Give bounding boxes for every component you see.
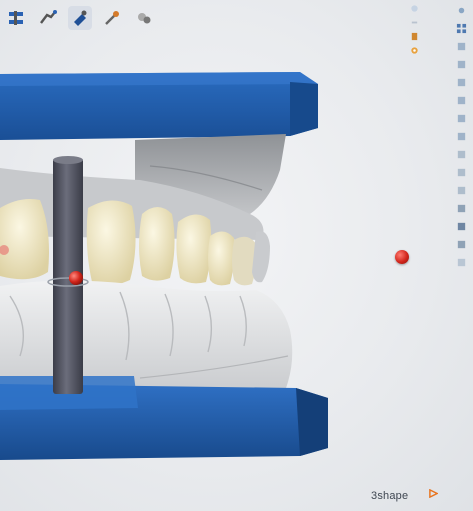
surface-tool-button[interactable] bbox=[132, 6, 156, 30]
scan-jaw-icon bbox=[74, 10, 87, 26]
brand-logo-text: 3shape bbox=[371, 490, 409, 502]
eye-toggle[interactable] bbox=[410, 4, 419, 13]
upper-articulator-plate bbox=[0, 72, 318, 140]
prep-tool-button[interactable] bbox=[100, 6, 124, 30]
help-icon bbox=[457, 258, 465, 266]
minus-toggle[interactable] bbox=[410, 18, 419, 27]
side-btn-front[interactable] bbox=[455, 40, 467, 52]
side-btn-occlusion[interactable] bbox=[455, 148, 467, 160]
lower-articulator-plate bbox=[0, 376, 328, 460]
reference-point-marker[interactable] bbox=[395, 250, 409, 264]
screenshot-icon bbox=[457, 222, 465, 230]
side-btn-camera-reset[interactable] bbox=[455, 4, 467, 16]
articulator-tool-button[interactable] bbox=[4, 6, 28, 30]
camera-reset-icon bbox=[458, 7, 464, 13]
gear-icon bbox=[411, 47, 418, 54]
side-btn-screenshot[interactable] bbox=[455, 220, 467, 232]
occlusion-icon bbox=[457, 150, 465, 158]
side-btn-left[interactable] bbox=[455, 76, 467, 88]
eye-icon bbox=[411, 5, 418, 12]
view-side-panel bbox=[455, 4, 467, 268]
side-btn-transparency[interactable] bbox=[455, 166, 467, 178]
side-btn-measure[interactable] bbox=[455, 202, 467, 214]
side-btn-grid[interactable] bbox=[455, 22, 467, 34]
side-btn-right[interactable] bbox=[455, 94, 467, 106]
measure-icon bbox=[457, 204, 465, 212]
side-btn-bottom[interactable] bbox=[455, 130, 467, 142]
view-back-icon bbox=[457, 114, 465, 122]
bookmark-icon bbox=[411, 32, 418, 41]
articulator-icon bbox=[9, 11, 23, 25]
side-btn-section[interactable] bbox=[455, 184, 467, 196]
surface-tool-icon bbox=[138, 13, 151, 24]
view-options bbox=[410, 4, 419, 55]
side-btn-top[interactable] bbox=[455, 58, 467, 70]
bookmark-toggle[interactable] bbox=[410, 32, 419, 41]
brand-logo-mark-icon bbox=[429, 489, 438, 498]
articulator-pin[interactable] bbox=[47, 156, 89, 394]
side-btn-help[interactable] bbox=[455, 256, 467, 268]
layers-icon bbox=[457, 240, 465, 248]
prep-tool-icon bbox=[105, 11, 119, 25]
tool-bar bbox=[4, 6, 156, 30]
view-bottom-icon bbox=[457, 132, 465, 140]
transparency-icon bbox=[457, 168, 465, 176]
view-left-icon bbox=[457, 78, 465, 86]
minus-icon bbox=[411, 21, 418, 24]
side-btn-layers[interactable] bbox=[455, 238, 467, 250]
gear-toggle[interactable] bbox=[410, 46, 419, 55]
view-grid-icon bbox=[456, 23, 466, 33]
view-top-icon bbox=[457, 60, 465, 68]
model-icon bbox=[40, 10, 57, 24]
side-btn-back[interactable] bbox=[455, 112, 467, 124]
view-front-icon bbox=[457, 42, 465, 50]
scan-jaw-tool-button[interactable] bbox=[68, 6, 92, 30]
section-icon bbox=[457, 186, 465, 194]
model-tool-button[interactable] bbox=[36, 6, 60, 30]
view-right-icon bbox=[457, 96, 465, 104]
